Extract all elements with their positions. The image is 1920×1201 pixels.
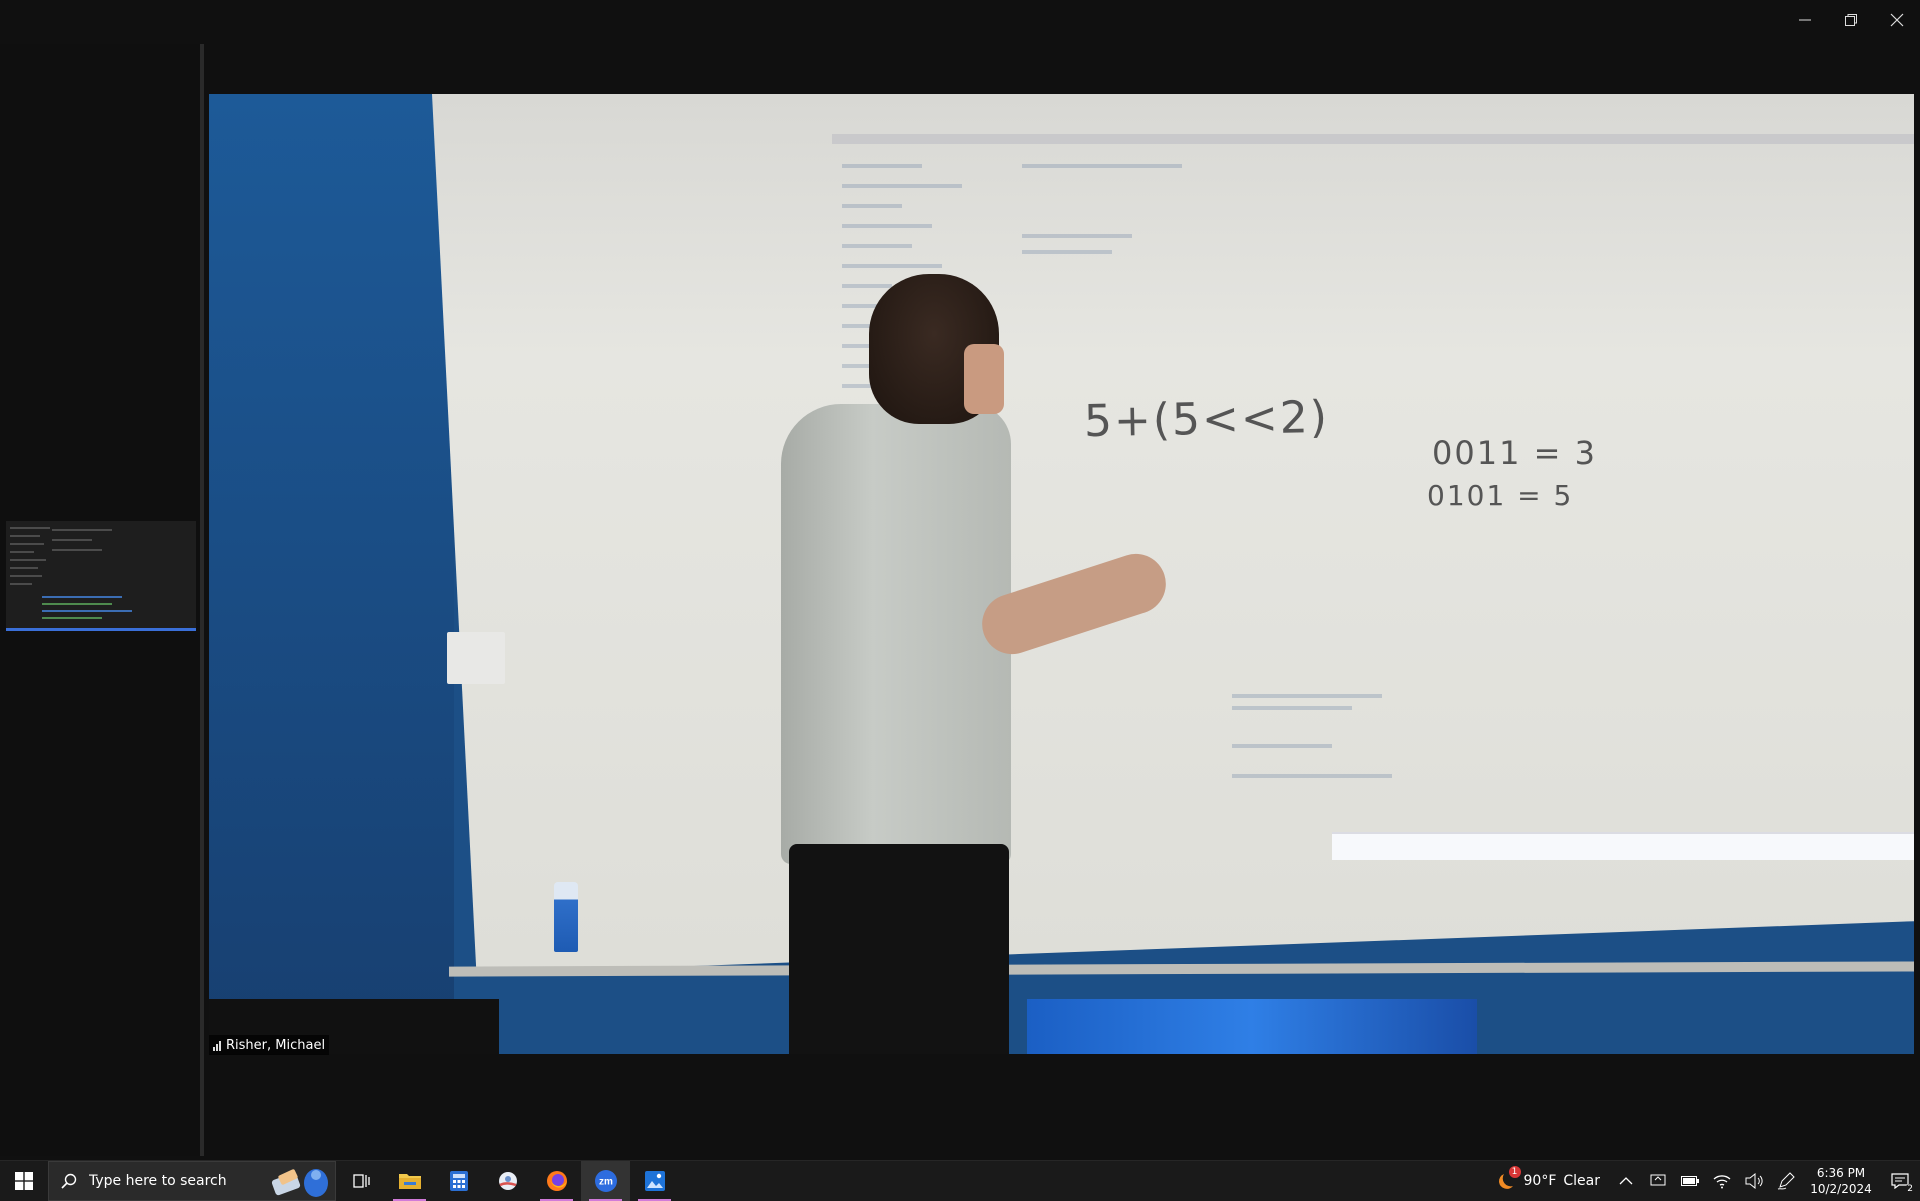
participant-name-tag: Risher, Michael <box>209 1035 329 1055</box>
battery-button[interactable] <box>1674 1161 1706 1201</box>
search-input[interactable] <box>87 1172 271 1190</box>
thumb-line <box>42 610 132 612</box>
task-view-icon <box>352 1172 370 1190</box>
taskbar-zoom[interactable]: zm <box>581 1161 630 1201</box>
display-icon <box>1650 1174 1666 1188</box>
speaker-icon <box>1745 1173 1763 1189</box>
participant-name: Risher, Michael <box>226 1038 325 1053</box>
close-button[interactable] <box>1874 0 1920 40</box>
photos-icon <box>644 1170 666 1192</box>
calculator-icon <box>449 1170 469 1192</box>
firefox-icon <box>546 1170 568 1192</box>
thumb-line <box>52 529 112 531</box>
task-view-button[interactable] <box>336 1161 385 1201</box>
thumb-line <box>52 539 92 541</box>
folder-icon <box>398 1171 422 1191</box>
tray-display-button[interactable] <box>1642 1161 1674 1201</box>
taskbar-snipping-tool[interactable] <box>483 1161 532 1201</box>
instructor-face <box>964 344 1004 414</box>
close-icon <box>1890 13 1904 27</box>
taskbar-photos[interactable] <box>630 1161 679 1201</box>
thumb-line <box>42 617 102 619</box>
thumb-line <box>42 603 112 605</box>
whiteboard-line-1: 0011 = 3 <box>1432 434 1597 472</box>
instructor-pants <box>789 844 1009 1054</box>
taskbar-search[interactable] <box>48 1161 336 1201</box>
chevron-up-icon <box>1619 1176 1633 1186</box>
whiteboard-expression: 5+(5<<2) <box>1084 392 1330 447</box>
thumb-line <box>10 551 34 553</box>
thumb-line <box>10 535 40 537</box>
projected-taskbar <box>1332 832 1914 860</box>
network-button[interactable] <box>1706 1161 1738 1201</box>
classroom-wall <box>209 94 454 1054</box>
minimize-button[interactable] <box>1782 0 1828 40</box>
restore-button[interactable] <box>1828 0 1874 40</box>
battery-icon <box>1681 1176 1699 1186</box>
snipping-tool-icon <box>496 1170 520 1192</box>
taskbar-firefox[interactable] <box>532 1161 581 1201</box>
search-highlight-icon <box>269 1166 331 1198</box>
minimize-icon <box>1798 13 1812 27</box>
instructor-body <box>781 404 1011 864</box>
shared-screen-thumbnail[interactable] <box>6 521 196 631</box>
windows-logo-icon <box>15 1172 33 1190</box>
active-speaker-video[interactable]: 5+(5<<2) 0011 = 3 0101 = 5 <box>209 94 1914 1054</box>
restore-icon <box>1844 13 1858 27</box>
window-controls <box>1782 0 1920 40</box>
thumb-line <box>42 596 122 598</box>
volume-button[interactable] <box>1738 1161 1770 1201</box>
system-tray: 1 90°F Clear 6: <box>1485 1161 1920 1201</box>
weather-widget[interactable]: 1 90°F Clear <box>1485 1170 1611 1192</box>
wifi-icon <box>1713 1173 1731 1189</box>
thumb-line <box>10 583 32 585</box>
clock-time: 6:36 PM <box>1802 1165 1880 1181</box>
water-bottle <box>554 882 578 952</box>
whiteboard <box>432 94 1914 974</box>
connection-signal-icon <box>213 1040 221 1051</box>
windows-taskbar: zm 1 90°F Clear <box>0 1160 1920 1201</box>
thumb-line <box>10 567 38 569</box>
taskbar-calculator[interactable] <box>434 1161 483 1201</box>
pen-button[interactable] <box>1770 1161 1802 1201</box>
weather-icon: 1 <box>1495 1170 1517 1192</box>
weather-alert-badge: 1 <box>1509 1166 1521 1178</box>
weather-condition: Clear <box>1563 1173 1600 1189</box>
whiteboard-line-2: 0101 = 5 <box>1427 479 1573 512</box>
thumb-line <box>52 549 102 551</box>
whiteboard-eraser <box>447 632 505 684</box>
thumb-line <box>10 559 46 561</box>
taskbar-file-explorer[interactable] <box>385 1161 434 1201</box>
show-hidden-icons-button[interactable] <box>1610 1161 1642 1201</box>
pen-icon <box>1777 1172 1795 1190</box>
taskbar-clock[interactable]: 6:36 PM 10/2/2024 <box>1802 1165 1880 1197</box>
clock-date: 10/2/2024 <box>1802 1181 1880 1197</box>
search-icon <box>61 1173 77 1189</box>
weather-temperature: 90°F <box>1524 1173 1557 1189</box>
zoom-label: zm <box>599 1177 613 1188</box>
monitor-screen <box>1027 999 1477 1054</box>
projected-titlebar <box>832 134 1914 144</box>
start-button[interactable] <box>0 1161 48 1201</box>
thumb-line <box>10 527 50 529</box>
notification-count: 2 <box>1905 1184 1915 1194</box>
thumb-line <box>10 543 44 545</box>
notification-center-button[interactable]: 2 <box>1880 1161 1920 1201</box>
zoom-icon: zm <box>594 1169 618 1193</box>
panel-divider[interactable] <box>200 44 204 1156</box>
thumb-line <box>10 575 42 577</box>
